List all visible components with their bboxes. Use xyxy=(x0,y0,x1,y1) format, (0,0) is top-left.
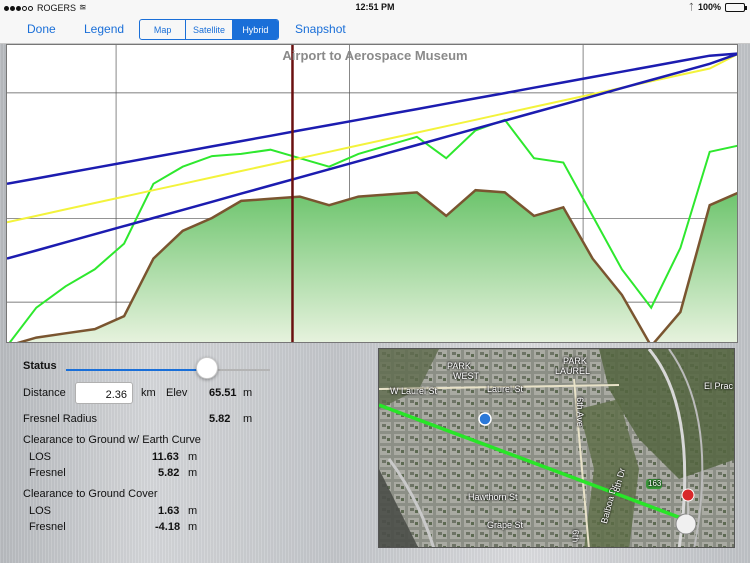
earth-curve-fresnel-label: Fresnel xyxy=(29,467,66,479)
position-slider[interactable] xyxy=(66,369,270,371)
map-label-park-west-2: WEST xyxy=(453,371,479,381)
distance-label: Distance xyxy=(23,387,66,399)
map-label-w-laurel: W Laurel St xyxy=(390,386,438,396)
map-type-hybrid[interactable]: Hybrid xyxy=(232,20,278,39)
distance-input[interactable] xyxy=(75,382,133,404)
ground-cover-los-label: LOS xyxy=(29,505,52,517)
bluetooth-icon: ᛏ xyxy=(688,2,694,12)
earth-curve-fresnel-value: 5.82 xyxy=(158,467,180,479)
done-button[interactable]: Done xyxy=(27,22,56,36)
battery-icon xyxy=(725,2,747,12)
earth-curve-heading: Clearance to Ground w/ Earth Curve xyxy=(23,434,201,446)
satellite-map[interactable]: PARK WEST PARK LAUREL W Laurel St Laurel… xyxy=(378,348,735,548)
los-upper-line xyxy=(7,52,737,186)
ground-cover-fresnel-label: Fresnel xyxy=(29,521,66,533)
ground-cover-los-value: 1.63 xyxy=(158,505,180,517)
ground-cover-heading: Clearance to Ground Cover xyxy=(23,488,158,500)
map-label-el-prado: El Prac xyxy=(704,381,734,391)
clock: 12:51 PM xyxy=(355,2,395,12)
map-type-segmented-control: Map Satellite Hybrid xyxy=(139,19,279,40)
elev-label: Elev xyxy=(166,387,188,399)
ground-cover-fresnel-unit: m xyxy=(188,521,198,533)
earth-curve-los-unit: m xyxy=(188,451,198,463)
chart-title: Airport to Aerospace Museum xyxy=(282,48,467,63)
legend-button[interactable]: Legend xyxy=(84,22,124,36)
status-bar: ROGERS ≊ 12:51 PM ᛏ 100% xyxy=(0,0,750,16)
earth-curve-los-value: 11.63 xyxy=(152,451,179,463)
elev-unit: m xyxy=(243,387,253,399)
slider-thumb[interactable] xyxy=(195,357,218,379)
fresnel-radius-unit: m xyxy=(243,413,253,425)
snapshot-button[interactable]: Snapshot xyxy=(295,22,346,36)
status-label: Status xyxy=(23,360,57,372)
elev-value: 65.51 xyxy=(209,387,237,399)
map-type-satellite[interactable]: Satellite xyxy=(186,20,233,39)
map-label-grape: Grape St xyxy=(487,520,524,530)
fresnel-radius-label: Fresnel Radius xyxy=(23,413,97,425)
map-label-park-laurel-1: PARK xyxy=(563,356,587,366)
museum-dome-icon xyxy=(675,513,697,535)
status-right: ᛏ 100% xyxy=(688,2,747,12)
earth-curve-fresnel-unit: m xyxy=(188,467,198,479)
profile-chart-svg: Airport to Aerospace Museum xyxy=(7,45,737,342)
slider-fill xyxy=(66,369,207,371)
map-label-6th-ave: 6th Ave xyxy=(574,397,585,427)
current-location-icon xyxy=(478,412,492,426)
fresnel-radius-value: 5.82 xyxy=(209,413,231,425)
map-label-route: 163 xyxy=(648,479,662,488)
distance-unit: km xyxy=(141,387,156,399)
map-label-6th: 6th xyxy=(570,529,581,543)
map-type-map[interactable]: Map xyxy=(140,20,187,39)
map-label-park-laurel-2: LAUREL xyxy=(555,366,591,376)
ground-cover-fresnel-value: -4.18 xyxy=(155,521,181,533)
map-label-park-west-1: PARK xyxy=(447,361,471,371)
profile-chart[interactable]: Airport to Aerospace Museum xyxy=(6,44,738,343)
map-imagery xyxy=(379,349,734,547)
earth-curve-los-label: LOS xyxy=(29,451,52,463)
map-label-laurel: Laurel St xyxy=(487,384,524,394)
ground-cover-los-unit: m xyxy=(188,505,198,517)
map-label-hawthorn: Hawthorn St xyxy=(468,492,518,502)
destination-pin-icon xyxy=(681,488,695,502)
toolbar: Done Legend Map Satellite Hybrid Snapsho… xyxy=(0,16,750,44)
battery-percent: 100% xyxy=(697,2,721,12)
